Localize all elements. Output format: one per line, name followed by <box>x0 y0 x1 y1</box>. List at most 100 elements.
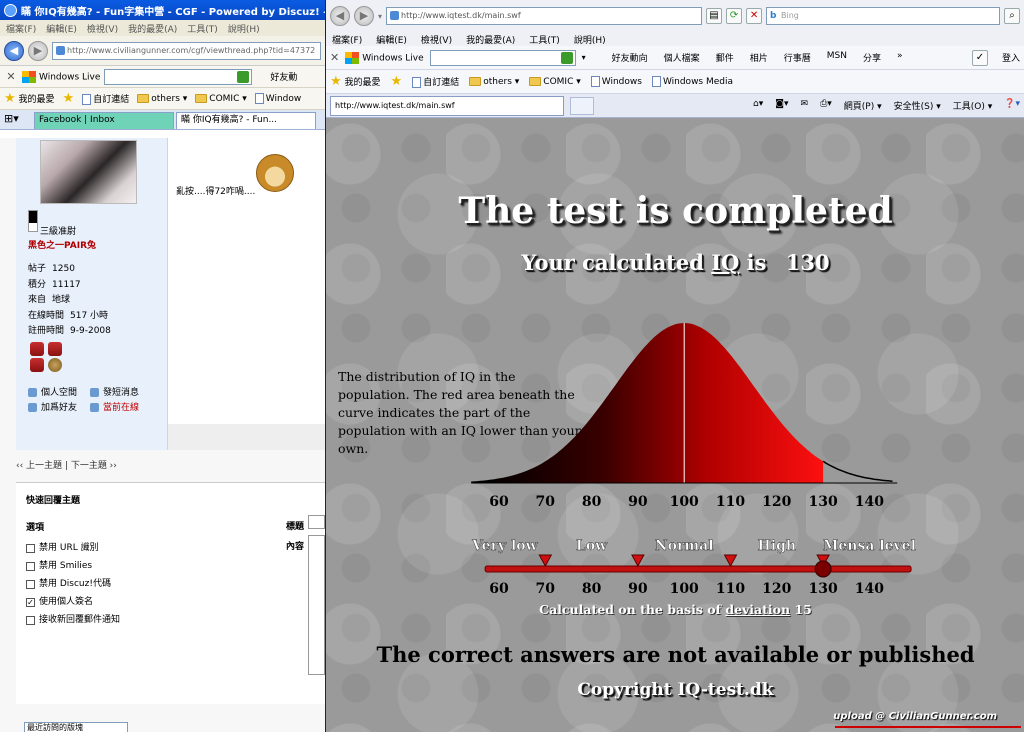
bing-search-input[interactable]: Bing <box>766 7 1000 25</box>
help-icon[interactable]: ❓▾ <box>1004 99 1020 112</box>
menu-tools[interactable]: 工具(T) <box>187 22 218 35</box>
home-icon[interactable]: ⌂▾ <box>753 99 763 112</box>
menu-help[interactable]: 說明(H) <box>574 33 606 46</box>
iq-favorites-bar: ★ 我的最愛 ★ 自訂連結 others ▾ COMIC ▾ Windows W… <box>326 70 1024 94</box>
forward-arrow-icon[interactable]: ▶ <box>28 40 48 61</box>
fav-others-folder[interactable]: others ▾ <box>469 76 519 87</box>
profile-space-link[interactable]: 個人空間 <box>28 386 90 401</box>
menu-file[interactable]: 檔案(F) <box>6 22 36 35</box>
print-icon[interactable]: ⎙▾ <box>820 99 832 112</box>
compat-view-icon[interactable]: ▤ <box>706 8 723 24</box>
mail-icon[interactable]: ✉ <box>801 99 809 112</box>
back-arrow-icon[interactable]: ◀ <box>330 6 350 26</box>
fav-label: Windows Media <box>662 77 734 87</box>
scale-tick-70: 70 <box>536 581 556 597</box>
close-toolbar-icon[interactable]: ✕ <box>330 51 339 64</box>
more-chevron-icon[interactable]: » <box>897 51 903 64</box>
checkbox[interactable] <box>26 561 35 571</box>
live-search-input[interactable] <box>104 68 253 85</box>
tab-iq-thread[interactable]: 瞞 你IQ有幾高? - Fun... <box>176 112 316 129</box>
windows-live-button[interactable]: Windows Live <box>22 70 100 83</box>
command-bar: ⌂▾ ◙▾ ✉ ⎙▾ 網頁(P) ▾ 安全性(S) ▾ 工具(O) ▾ ❓▾ <box>753 99 1020 112</box>
page-icon <box>590 76 600 87</box>
close-toolbar-icon[interactable]: ✕ <box>4 70 18 83</box>
live-link-share[interactable]: 分享 <box>863 51 881 64</box>
fav-windows-media[interactable]: Windows Media <box>651 76 734 87</box>
fav-label: 自訂連結 <box>93 95 130 105</box>
add-favorite-icon[interactable]: ★ <box>391 74 403 89</box>
threshold-marker-90 <box>631 554 645 568</box>
live-link-profile[interactable]: 個人檔案 <box>664 51 700 64</box>
fav-custom-links[interactable]: 自訂連結 <box>82 92 129 105</box>
fav-windows[interactable]: Windows <box>590 76 642 87</box>
tab-facebook-inbox[interactable]: Facebook | Inbox <box>34 112 174 129</box>
menu-view[interactable]: 檢視(V) <box>87 22 118 35</box>
fav-windows[interactable]: Window <box>254 93 301 104</box>
live-link-updates[interactable]: 好友動向 <box>612 51 648 64</box>
new-tab-button[interactable] <box>570 96 594 115</box>
add-friend-link[interactable]: 加爲好友 <box>28 401 90 416</box>
signin-button[interactable]: 登入 <box>1002 51 1020 64</box>
favorites-button[interactable]: ★ 我的最愛 <box>4 91 55 106</box>
option-use-signature[interactable]: ✓ 使用個人簽名 <box>26 593 120 611</box>
checkbox[interactable] <box>26 615 35 625</box>
menu-tools[interactable]: 工具(T) <box>529 33 560 46</box>
menu-favorites[interactable]: 我的最愛(A) <box>128 22 177 35</box>
checkbox[interactable] <box>26 543 35 553</box>
windows-live-button[interactable]: Windows Live <box>345 51 424 64</box>
option-disable-url[interactable]: 禁用 URL 識別 <box>26 539 120 557</box>
menu-edit[interactable]: 編輯(E) <box>376 33 407 46</box>
dropdown-arrow-icon[interactable]: ▾ <box>582 53 586 62</box>
fav-custom-links[interactable]: 自訂連結 <box>412 75 459 88</box>
forward-arrow-icon[interactable]: ▶ <box>354 6 374 26</box>
forum-title-bar[interactable]: 瞞 你IQ有幾高? - Fun字集中營 - CGF - Powered by D… <box>0 0 325 20</box>
page-menu[interactable]: 網頁(P) ▾ <box>844 99 882 112</box>
add-favorite-icon[interactable]: ★ <box>63 91 75 106</box>
checkbox-checked[interactable]: ✓ <box>26 597 35 607</box>
option-email-notify[interactable]: 接收新回覆郵件通知 <box>26 611 120 629</box>
menu-file[interactable]: 檔案(F) <box>332 33 362 46</box>
thread-pager[interactable]: ‹‹ 上一主題 | 下一主題 ›› <box>16 458 117 471</box>
live-more-link[interactable]: 好友動 <box>270 70 297 83</box>
favorites-button[interactable]: ★ 我的最愛 <box>330 74 381 89</box>
quick-tabs-icon[interactable]: ⊞▾ <box>4 112 32 129</box>
option-label: 禁用 Smilies <box>39 561 93 571</box>
forum-url-field[interactable]: http://www.civiliangunner.com/cgf/viewth… <box>52 41 321 60</box>
recent-pages-icon[interactable]: ▾ <box>378 12 382 21</box>
avatar[interactable] <box>40 140 137 204</box>
back-arrow-icon[interactable]: ◀ <box>4 40 24 61</box>
search-go-icon[interactable] <box>237 70 250 83</box>
level-label-mensa-level: Mensa level <box>823 538 916 554</box>
options-check-icon[interactable]: ✓ <box>971 49 988 66</box>
feeds-icon[interactable]: ◙▾ <box>775 99 788 112</box>
live-link-msn[interactable]: MSN <box>827 51 847 64</box>
send-message-link[interactable]: 發短消息 <box>90 386 160 401</box>
tools-menu[interactable]: 工具(O) ▾ <box>953 99 993 112</box>
menu-favorites[interactable]: 我的最愛(A) <box>466 33 515 46</box>
medal-icon <box>30 342 44 356</box>
content-textarea[interactable] <box>308 535 325 675</box>
option-disable-discuz-code[interactable]: 禁用 Discuz!代碼 <box>26 575 120 593</box>
deviation-link[interactable]: deviation <box>725 602 790 617</box>
menu-view[interactable]: 檢視(V) <box>421 33 452 46</box>
safety-menu[interactable]: 安全性(S) ▾ <box>894 99 941 112</box>
checkbox[interactable] <box>26 579 35 589</box>
live-search-input[interactable] <box>429 49 576 66</box>
fav-others-folder[interactable]: others ▾ <box>137 93 187 104</box>
live-link-photos[interactable]: 相片 <box>750 51 768 64</box>
fav-comic-folder[interactable]: COMIC ▾ <box>529 76 581 87</box>
search-icon[interactable]: ⌕ <box>1004 8 1020 24</box>
tab-iqtest[interactable]: http://www.iqtest.dk/main.swf <box>330 95 564 116</box>
stop-icon[interactable]: ✕ <box>746 8 763 24</box>
option-disable-smilies[interactable]: 禁用 Smilies <box>26 557 120 575</box>
subject-input[interactable] <box>308 515 325 529</box>
search-go-icon[interactable] <box>560 51 573 64</box>
refresh-icon[interactable]: ⟳ <box>726 8 743 24</box>
iq-url-field[interactable]: http://www.iqtest.dk/main.swf <box>386 7 703 25</box>
menu-edit[interactable]: 編輯(E) <box>46 22 77 35</box>
forum-jump-select[interactable]: 最近訪問的版塊 <box>24 722 128 732</box>
menu-help[interactable]: 說明(H) <box>228 22 260 35</box>
live-link-mail[interactable]: 郵件 <box>716 51 734 64</box>
live-link-calendar[interactable]: 行事曆 <box>784 51 811 64</box>
fav-comic-folder[interactable]: COMIC ▾ <box>195 93 247 104</box>
